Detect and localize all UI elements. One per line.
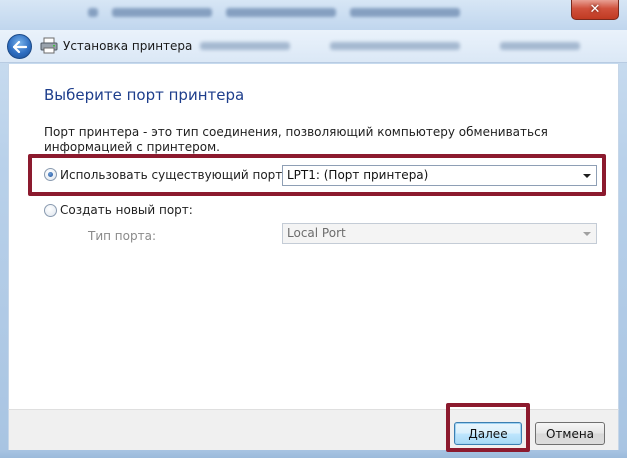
page-heading: Выберите порт принтера [44,86,245,104]
page-description: Порт принтера - это тип соединения, позв… [44,125,548,154]
cancel-button[interactable]: Отмена [535,422,605,445]
next-button-highlight [446,403,530,452]
window-title: Установка принтера [63,39,193,53]
blurred-toolbar [200,40,620,52]
port-type-select[interactable]: Local Port [282,223,597,244]
back-button[interactable] [7,34,32,59]
back-arrow-icon [12,40,27,53]
close-button[interactable]: ✕ [571,0,619,20]
printer-icon [40,37,58,54]
window-bottom-frame [0,450,627,458]
title-bar: ✕ [0,0,627,30]
close-icon: ✕ [589,2,601,17]
port-selection-highlight [28,154,606,196]
chevron-down-icon [583,232,591,236]
port-type-label: Тип порта: [88,229,156,243]
new-port-radio[interactable] [44,204,57,217]
blurred-address-bar [88,4,538,20]
new-port-label[interactable]: Создать новый порт: [60,203,193,217]
port-type-value: Local Port [287,226,346,240]
